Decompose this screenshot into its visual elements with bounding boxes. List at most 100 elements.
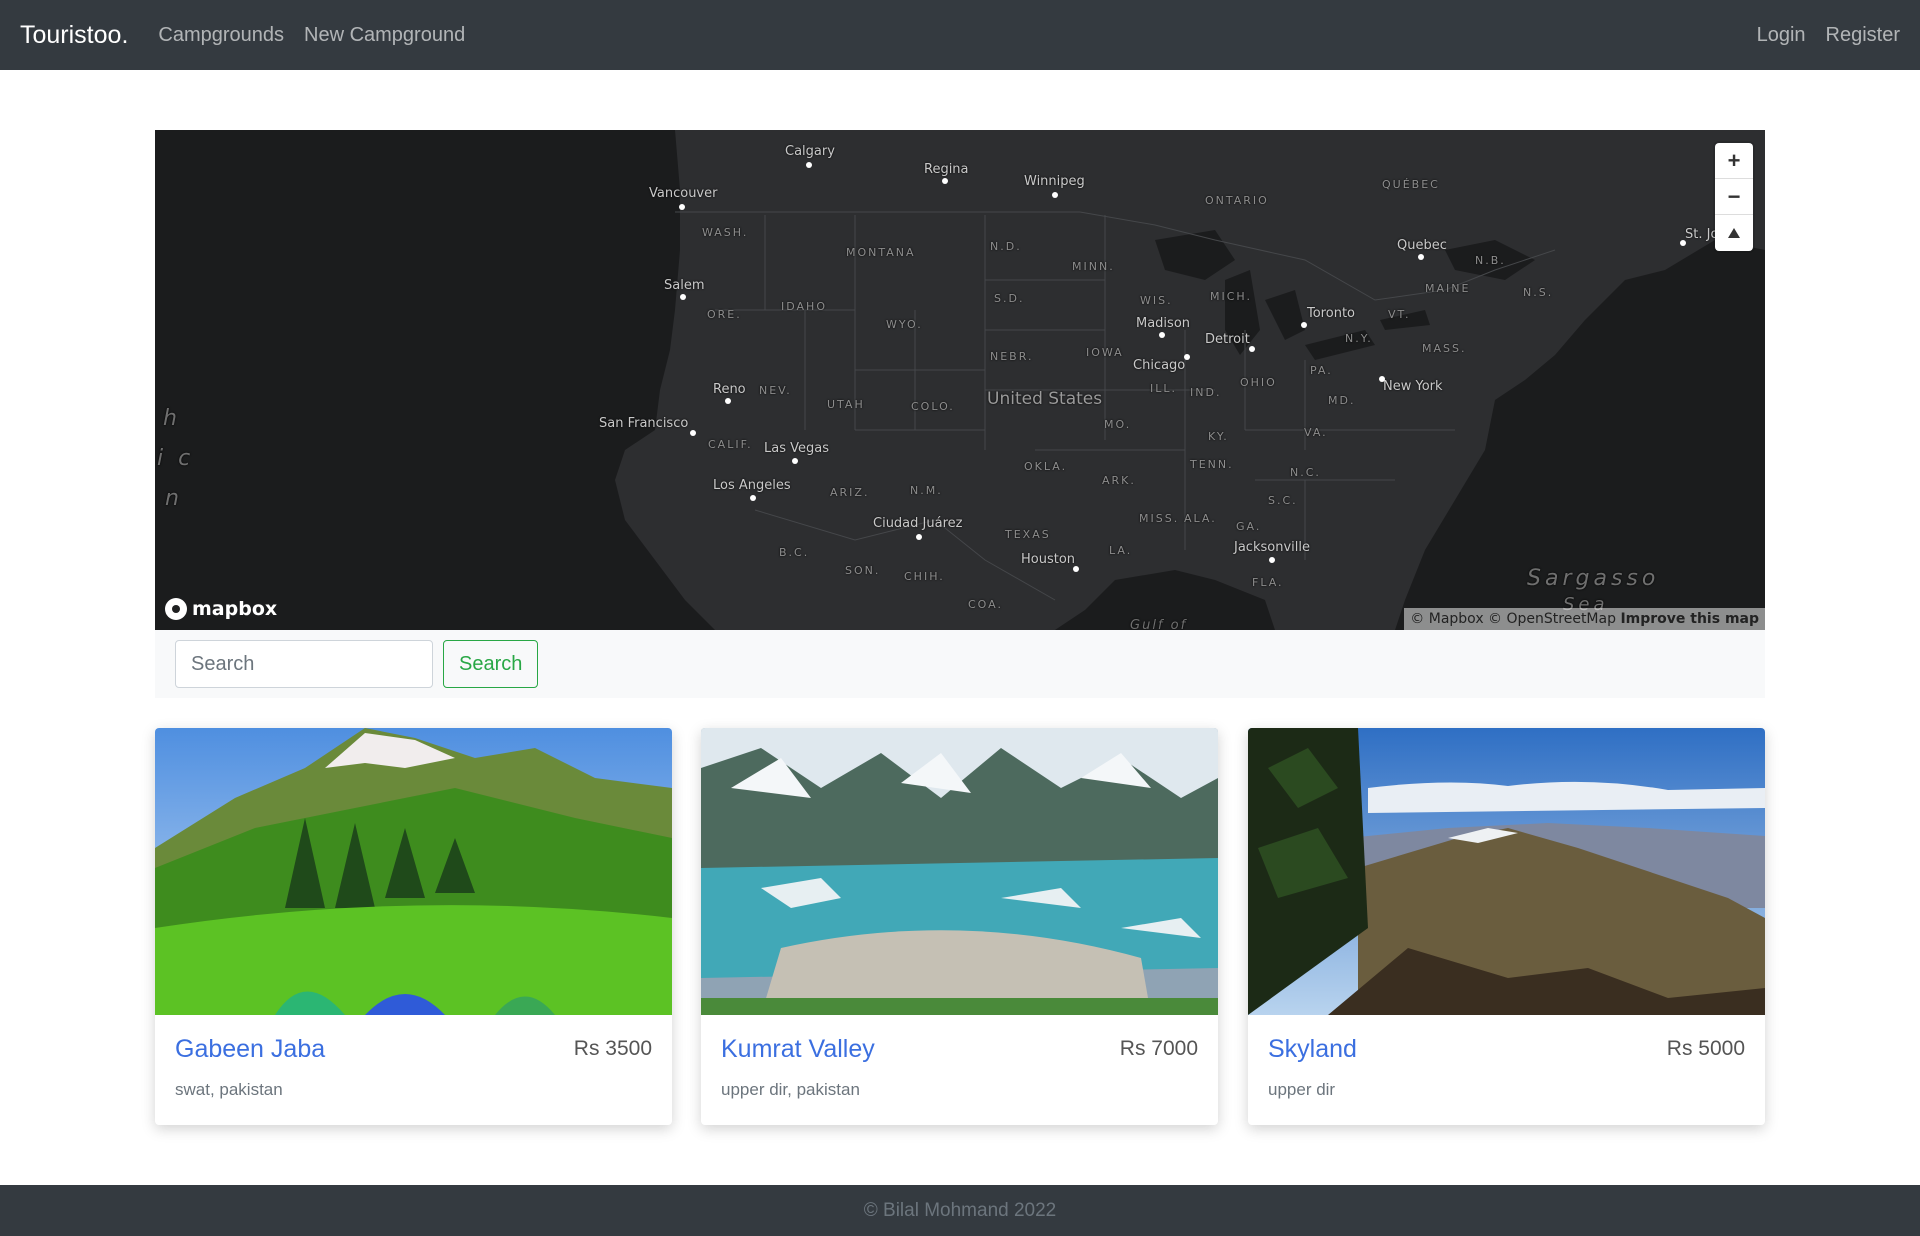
mapbox-logo-text: mapbox (192, 598, 278, 620)
map-region-label: TEXAS (1005, 528, 1051, 541)
campground-price: Rs 5000 (1666, 1037, 1745, 1060)
map-region-label: NEBR. (990, 350, 1034, 363)
brand-logo[interactable]: Touristoo. (20, 21, 128, 50)
nav-link-campgrounds[interactable]: Campgrounds (158, 24, 284, 47)
campground-price: Rs 7000 (1119, 1037, 1198, 1060)
improve-map-link[interactable]: Improve this map (1620, 611, 1759, 627)
campground-title-link[interactable]: Kumrat Valley (721, 1035, 875, 1063)
map-region-label: GA. (1236, 520, 1262, 533)
campground-card: Kumrat Valley Rs 7000 upper dir, pakista… (701, 728, 1218, 1125)
map-region-label: MICH. (1210, 290, 1252, 303)
map-city-label: Salem (664, 278, 705, 293)
campground-title-link[interactable]: Skyland (1268, 1035, 1357, 1063)
map-region-label: COA. (968, 598, 1003, 611)
map-city-label: Houston (1021, 552, 1076, 567)
map-region-label: MAINE (1425, 282, 1471, 295)
map-region-label: KY. (1208, 430, 1229, 443)
campground-image[interactable] (155, 728, 672, 1015)
map-region-label: TENN. (1190, 458, 1234, 471)
search-form: Search (155, 630, 1765, 698)
map-region-label: ARK. (1102, 474, 1136, 487)
map-region-label: WYO. (886, 318, 923, 331)
map-region-label: MASS. (1422, 342, 1467, 355)
map-region-label: FLA. (1252, 576, 1284, 589)
map-city-label: Calgary (785, 144, 835, 159)
register-link[interactable]: Register (1826, 24, 1900, 47)
card-body: Gabeen Jaba Rs 3500 swat, pakistan (155, 1015, 672, 1120)
map-region-label: N.C. (1290, 466, 1321, 479)
nav-link-new-campground[interactable]: New Campground (304, 24, 465, 47)
map-region-label: N.M. (910, 484, 943, 497)
map-region-label: COLO. (911, 400, 955, 413)
map-city-marker (1052, 192, 1058, 198)
map-city-marker (1184, 354, 1190, 360)
map-region-label: ARIZ. (830, 486, 870, 499)
map-region-label: N.D. (990, 240, 1022, 253)
map-region-label: IND. (1190, 386, 1222, 399)
map-ocean-label: h (163, 406, 181, 431)
reset-bearing-button[interactable] (1715, 215, 1753, 251)
map-city-label: New York (1383, 379, 1443, 394)
campground-image[interactable] (1248, 728, 1765, 1015)
map-region-label: PA. (1310, 364, 1333, 377)
mapbox-logo[interactable]: mapbox (165, 598, 277, 620)
map-region-label: MINN. (1072, 260, 1115, 273)
map-city-marker (1418, 254, 1424, 260)
map-region-label: ALA. (1184, 512, 1217, 525)
map-city-marker (1073, 566, 1079, 572)
map-city-marker (750, 495, 756, 501)
map-region-label: UTAH (827, 398, 865, 411)
map-city-label: St. Jo (1685, 227, 1719, 242)
search-button[interactable]: Search (443, 640, 539, 688)
nav-auth-links: Login Register (1737, 24, 1900, 47)
map-city-label: Jacksonville (1234, 540, 1310, 555)
map-city-label: Detroit (1205, 332, 1250, 347)
map-city-marker (1301, 322, 1307, 328)
login-link[interactable]: Login (1757, 24, 1806, 47)
campground-price: Rs 3500 (573, 1037, 652, 1060)
zoom-out-button[interactable]: − (1715, 179, 1753, 215)
map-region-label: WIS. (1140, 294, 1173, 307)
map-region-label: VA. (1304, 426, 1328, 439)
map-city-marker (916, 534, 922, 540)
map-city-label: San Francisco (599, 416, 689, 431)
campground-location: upper dir (1268, 1080, 1336, 1099)
map-region-label: S.D. (994, 292, 1025, 305)
map-ocean-label: Sargasso (1527, 566, 1660, 591)
map-city-marker (1249, 346, 1255, 352)
map-region-label: MD. (1328, 394, 1356, 407)
map-city-marker (725, 398, 731, 404)
map-region-label: QUÉBEC (1382, 178, 1440, 191)
map-city-marker (792, 458, 798, 464)
cluster-map[interactable]: Calgary Regina Winnipeg Vancouver Salem … (155, 130, 1765, 630)
map-region-label: B.C. (779, 546, 810, 559)
map-ocean-label: Gulf of (1130, 618, 1188, 630)
map-city-marker (1269, 557, 1275, 563)
map-region-label: ILL. (1150, 382, 1177, 395)
zoom-in-button[interactable]: + (1715, 143, 1753, 179)
compass-icon (1728, 228, 1740, 238)
map-city-marker (1680, 240, 1686, 246)
attribution-text[interactable]: © Mapbox © OpenStreetMap (1410, 611, 1616, 627)
map-region-label: MISS. (1139, 512, 1180, 525)
navbar: Touristoo. Campgrounds New Campground Lo… (0, 0, 1920, 70)
map-city-label: Toronto (1307, 306, 1355, 321)
map-city-marker (1159, 332, 1165, 338)
map-region-label: N.S. (1523, 286, 1554, 299)
map-region-label: S.C. (1268, 494, 1298, 507)
campground-image[interactable] (701, 728, 1218, 1015)
map-city-label: Las Vegas (764, 441, 829, 456)
map-region-label: CALIF. (708, 438, 753, 451)
map-city-label: Chicago (1133, 358, 1186, 373)
search-input[interactable] (175, 640, 433, 688)
campground-card: Gabeen Jaba Rs 3500 swat, pakistan (155, 728, 672, 1125)
map-region-label: N.B. (1475, 254, 1506, 267)
map-city-label: Vancouver (649, 186, 718, 201)
map-ocean-label: i c (157, 446, 195, 471)
map-region-label: MONTANA (846, 246, 916, 259)
map-city-marker (806, 162, 812, 168)
map-region-label: SON. (845, 564, 881, 577)
campground-title-link[interactable]: Gabeen Jaba (175, 1035, 325, 1063)
map-region-label: ORE. (707, 308, 742, 321)
mapbox-logo-icon (165, 598, 187, 620)
